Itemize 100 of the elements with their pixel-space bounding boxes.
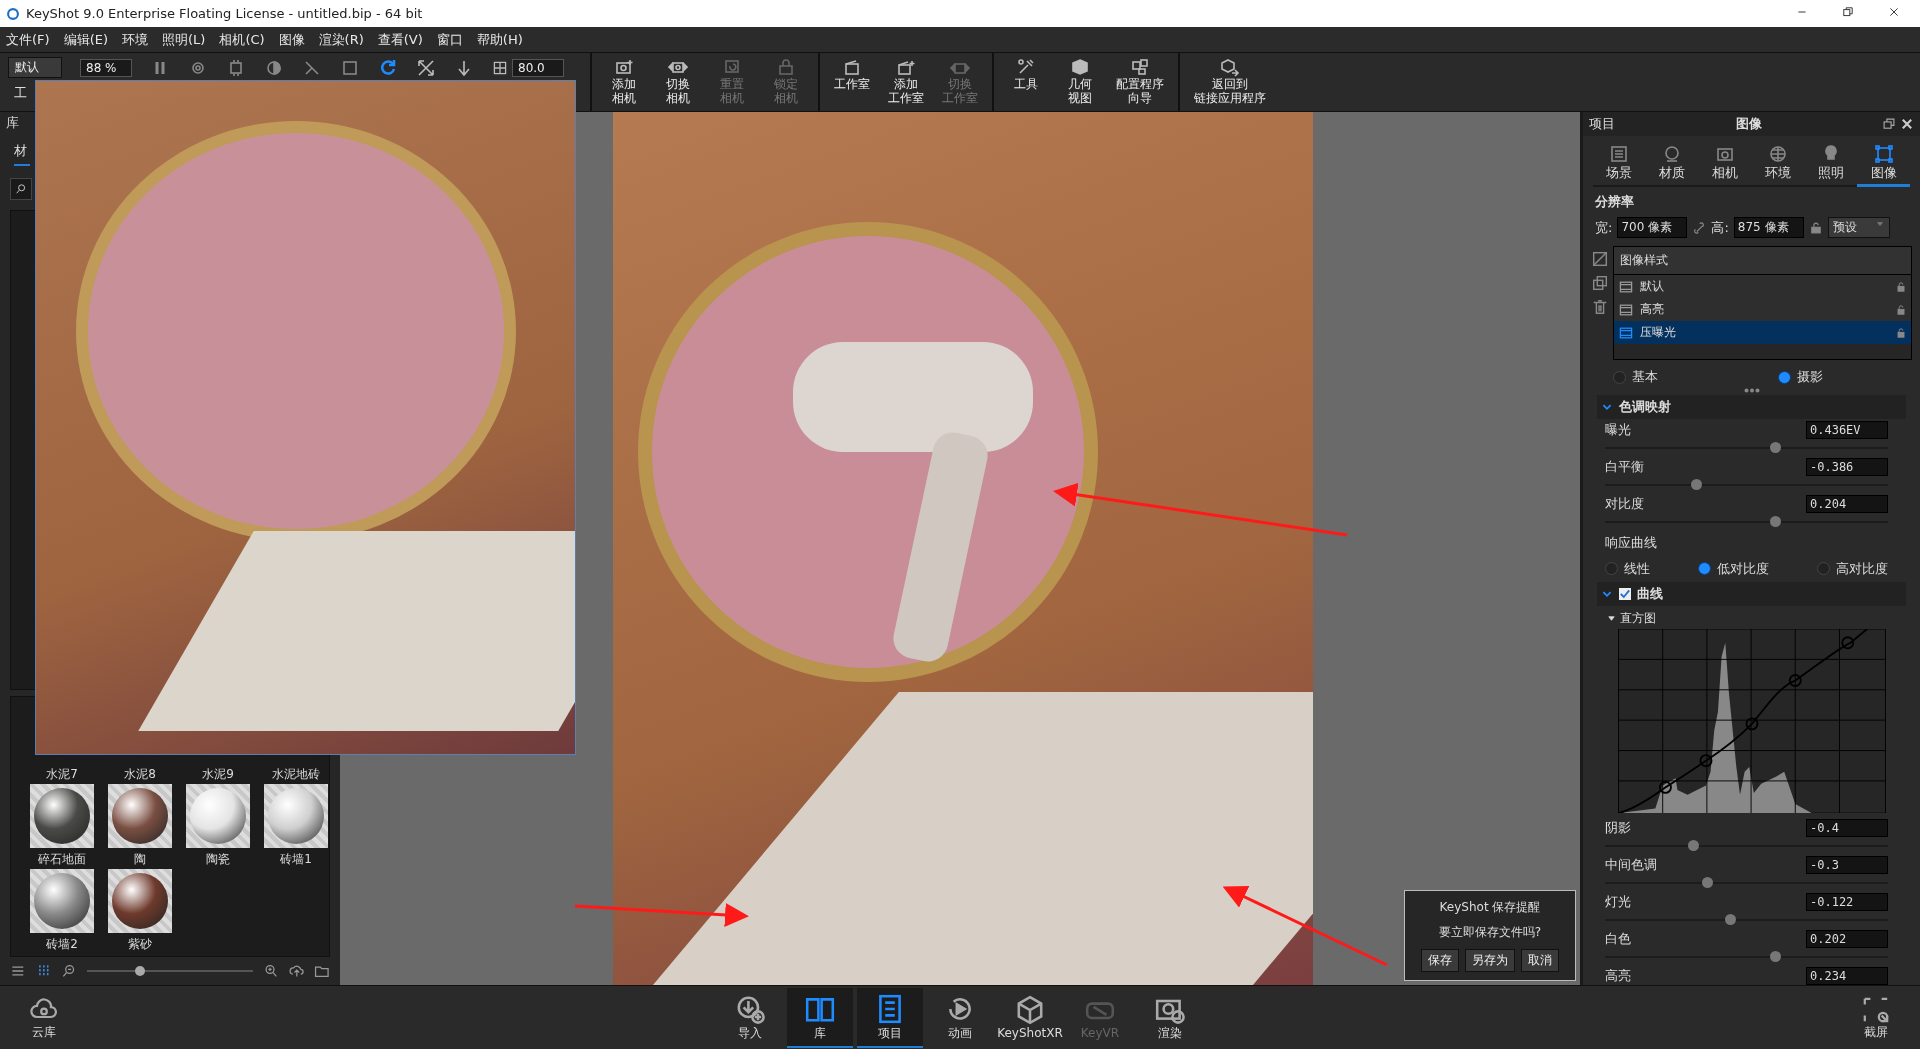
- library-tab[interactable]: 材: [14, 142, 30, 166]
- cloud-upload-icon: [288, 963, 305, 979]
- trash-icon: [1591, 298, 1609, 317]
- dialog-button[interactable]: 另存为: [1465, 949, 1515, 972]
- value-field[interactable]: 0.234: [1806, 967, 1888, 985]
- dock-tab[interactable]: 动画: [927, 988, 993, 1048]
- value-field[interactable]: 0.204: [1806, 494, 1888, 513]
- curve-radio[interactable]: 低对比度: [1698, 559, 1769, 578]
- menu-item[interactable]: 查看(V): [377, 30, 423, 49]
- material-label: 陶瓷: [206, 851, 230, 867]
- dock-tab[interactable]: 项目: [857, 988, 923, 1048]
- menu-item[interactable]: 相机(C): [219, 30, 265, 49]
- triangle-down-icon: [1607, 613, 1616, 623]
- slider-label: 阴影: [1605, 819, 1631, 837]
- slider-thumb[interactable]: [134, 966, 145, 976]
- panel-tab[interactable]: 照明: [1804, 140, 1858, 188]
- expand-icon: [416, 57, 436, 78]
- value-field[interactable]: -0.4: [1806, 819, 1888, 837]
- close-icon: [1888, 6, 1900, 18]
- dock-tab[interactable]: KeyShotXR: [997, 988, 1063, 1048]
- value-field[interactable]: -0.3: [1806, 856, 1888, 874]
- slider-label: 白平衡: [1605, 457, 1644, 476]
- dock-tab[interactable]: 导入: [717, 988, 783, 1048]
- mode-radio[interactable]: 基本: [1613, 368, 1658, 387]
- slider-thumb[interactable]: [1769, 515, 1781, 527]
- panel-tab[interactable]: 材质: [1645, 140, 1699, 188]
- panel-tab[interactable]: 场景: [1593, 140, 1646, 188]
- toolbar-button[interactable]: 几何 视图: [1056, 53, 1104, 111]
- menu-item[interactable]: 环境: [122, 30, 148, 49]
- check-icon: [1619, 587, 1631, 600]
- material-thumbnail[interactable]: [30, 784, 94, 848]
- cube-icon: [1070, 57, 1090, 77]
- toolbar-button[interactable]: 切换 相机: [654, 53, 702, 111]
- zoom-field[interactable]: 88 %: [80, 58, 132, 77]
- dock-tab[interactable]: 库: [787, 988, 853, 1048]
- value-field[interactable]: -0.122: [1806, 893, 1888, 911]
- checkbox[interactable]: [1619, 587, 1631, 600]
- grid-field[interactable]: 80.0: [512, 58, 564, 77]
- value-field[interactable]: 0.436EV: [1806, 420, 1888, 439]
- width-field[interactable]: 700 像素: [1617, 217, 1688, 239]
- dialog-title: KeyShot 保存提醒: [1439, 899, 1541, 916]
- curve-radio[interactable]: 线性: [1605, 559, 1650, 578]
- menu-item[interactable]: 图像: [278, 30, 305, 49]
- mode-radio[interactable]: 摄影: [1778, 368, 1823, 387]
- search-button[interactable]: [10, 178, 32, 200]
- style-item[interactable]: 默认: [1614, 275, 1911, 299]
- toolbar-button[interactable]: 返回到 链接应用程序: [1188, 53, 1272, 111]
- slider-label: 对比度: [1605, 494, 1644, 513]
- panel-tab[interactable]: 图像: [1857, 140, 1910, 188]
- toolbar-button[interactable]: 工具: [1002, 53, 1050, 111]
- menu-item[interactable]: 文件(F): [6, 30, 50, 49]
- section-title: 分辨率: [1594, 193, 1635, 212]
- screenshot-button[interactable]: 截屏: [1832, 995, 1920, 1041]
- more-icon[interactable]: [1743, 388, 1760, 393]
- material-thumbnail[interactable]: [108, 784, 172, 848]
- style-item[interactable]: 压曝光: [1614, 321, 1911, 345]
- style-item[interactable]: 高亮: [1614, 298, 1911, 322]
- slider-thumb[interactable]: [1701, 877, 1713, 888]
- menu-item[interactable]: 帮助(H): [476, 30, 523, 49]
- material-thumbnail[interactable]: [108, 869, 172, 933]
- menu-item[interactable]: 窗口: [436, 30, 463, 49]
- slider-thumb[interactable]: [1769, 441, 1781, 453]
- cloud-library-button[interactable]: 云库: [0, 995, 88, 1041]
- material-label: 砖墙1: [280, 851, 312, 867]
- material-label: 水泥7: [46, 766, 78, 782]
- material-thumbnail[interactable]: [30, 869, 94, 933]
- dialog-button[interactable]: 保存: [1421, 949, 1459, 972]
- value-field[interactable]: -0.386: [1806, 457, 1888, 476]
- style-dropdown[interactable]: 默认: [8, 57, 62, 78]
- material-label: 水泥地砖: [272, 766, 320, 782]
- height-field[interactable]: 875 像素: [1733, 217, 1804, 239]
- curve-radio[interactable]: 高对比度: [1817, 559, 1888, 578]
- toolbar-button[interactable]: 添加 相机: [600, 53, 648, 111]
- toolbar-button[interactable]: 工作室: [828, 53, 876, 111]
- toolbar-button[interactable]: 添加 工作室: [882, 53, 930, 111]
- section-header[interactable]: 色调映射: [1597, 394, 1906, 419]
- panel-tab[interactable]: 相机: [1698, 140, 1752, 188]
- toolbar-label: 工: [14, 84, 28, 102]
- slider-thumb[interactable]: [1769, 951, 1781, 962]
- panel-tab[interactable]: 环境: [1751, 140, 1805, 188]
- slider-label: 曝光: [1605, 420, 1631, 439]
- section-header[interactable]: 曲线: [1597, 581, 1906, 606]
- menu-item[interactable]: 渲染(R): [318, 30, 364, 49]
- slider-thumb[interactable]: [1724, 914, 1736, 925]
- menu-item[interactable]: 编辑(E): [63, 30, 108, 49]
- panel-title: 库: [5, 114, 20, 132]
- value-field[interactable]: 0.202: [1806, 930, 1888, 948]
- restore-icon: [1842, 6, 1854, 18]
- dock-tab[interactable]: 渲染: [1137, 988, 1203, 1048]
- slider-thumb[interactable]: [1690, 478, 1702, 490]
- search-icon: [15, 183, 27, 195]
- preset-dropdown[interactable]: 预设: [1827, 217, 1890, 239]
- slider-thumb[interactable]: [1687, 840, 1699, 851]
- material-thumbnail[interactable]: [264, 784, 328, 848]
- menu-item[interactable]: 照明(L): [162, 30, 206, 49]
- toolbar-button[interactable]: 配置程序 向导: [1110, 53, 1170, 111]
- slider-label: 灯光: [1605, 893, 1631, 911]
- float-icon: [1882, 117, 1897, 132]
- dialog-button[interactable]: 取消: [1521, 949, 1559, 972]
- material-thumbnail[interactable]: [186, 784, 250, 848]
